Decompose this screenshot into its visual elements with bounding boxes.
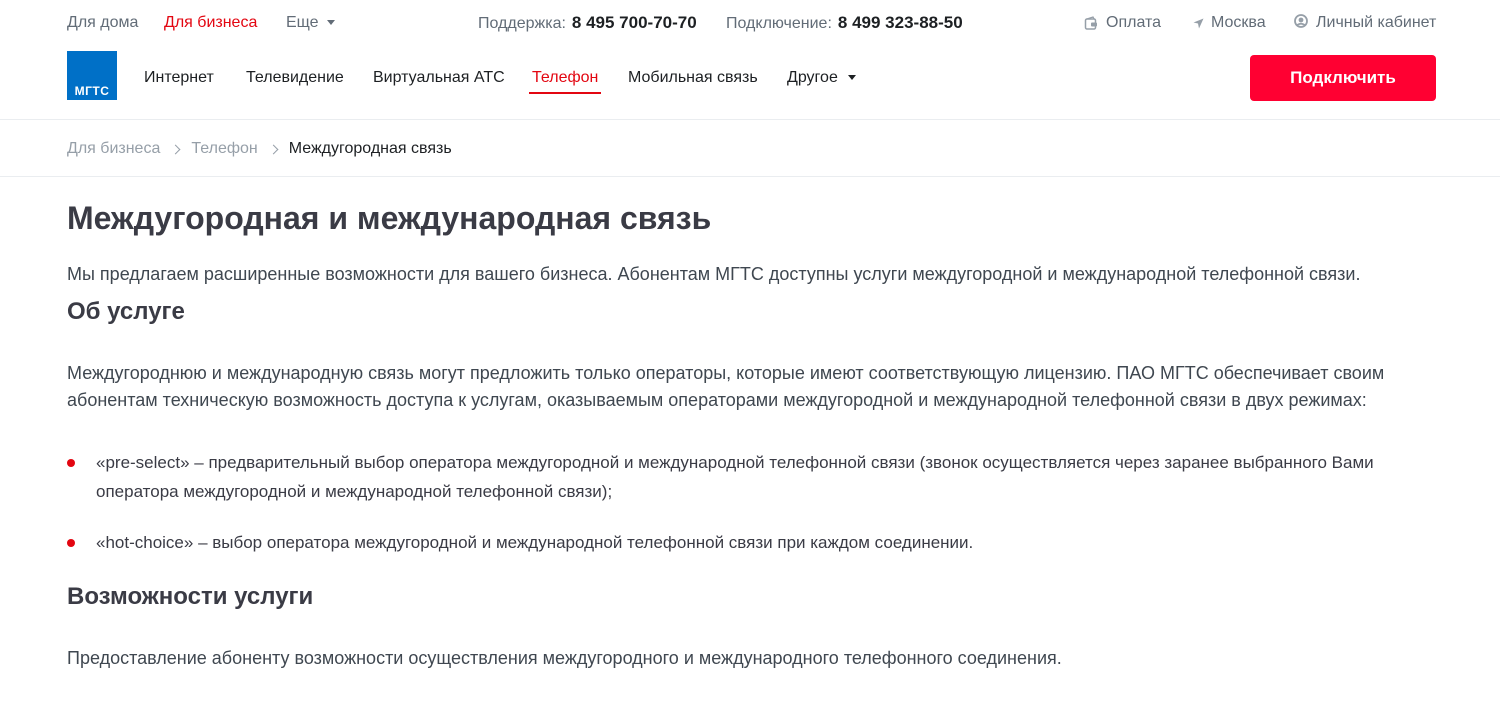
section-about-title: Об услуге [67, 298, 185, 325]
city-selector[interactable]: Москва [1193, 13, 1266, 33]
nav-item-other-label: Другое [787, 69, 838, 86]
modes-list: «pre-select» – предварительный выбор опе… [67, 448, 1437, 557]
breadcrumb: Для бизнеса Телефон Междугородная связь [67, 139, 452, 159]
location-arrow-icon [1193, 18, 1204, 28]
top-utility-bar: Для дома Для бизнеса Еще Поддержка: 8 495… [0, 0, 1500, 46]
list-item-text: «pre-select» – предварительный выбор опе… [96, 453, 1374, 501]
connect-phone-number[interactable]: 8 499 323-88-50 [838, 13, 963, 32]
chevron-right-icon [170, 144, 181, 154]
nav-item-telephone[interactable]: Телефон [528, 68, 602, 94]
support-label: Поддержка: [478, 15, 566, 32]
section-about-text: Междугороднюю и международную связь могу… [67, 363, 1385, 410]
more-dropdown[interactable]: Еще [286, 13, 335, 33]
section-features-text: Предоставление абоненту возможности осущ… [67, 648, 1062, 668]
personal-account-link[interactable]: Личный кабинет [1293, 13, 1436, 33]
connect-button[interactable]: Подключить [1250, 55, 1436, 101]
nav-item-mobile[interactable]: Мобильная связь [628, 68, 758, 88]
chevron-down-icon [847, 74, 856, 80]
list-item: «pre-select» – предварительный выбор опе… [67, 448, 1437, 506]
chevron-right-icon [268, 144, 279, 154]
bullet-dot-icon [67, 539, 75, 547]
breadcrumb-divider [0, 176, 1500, 177]
more-label: Еще [286, 14, 319, 31]
page-title: Междугородная и международная связь [67, 200, 712, 236]
section-features-title: Возможности услуги [67, 583, 314, 610]
mgts-logo[interactable]: МГТС [67, 51, 117, 100]
breadcrumb-current: Междугородная связь [288, 140, 452, 157]
nav-item-internet[interactable]: Интернет [144, 68, 214, 88]
chevron-down-icon [326, 19, 335, 25]
city-label: Москва [1211, 14, 1266, 31]
list-item-text: «hot-choice» – выбор оператора междугоро… [96, 533, 974, 552]
payment-link[interactable]: Оплата [1084, 13, 1161, 33]
nav-item-television[interactable]: Телевидение [246, 68, 344, 88]
connect-phone: Подключение: 8 499 323-88-50 [726, 13, 963, 34]
connect-label: Подключение: [726, 15, 832, 32]
wallet-icon [1084, 15, 1097, 30]
segment-business-link[interactable]: Для бизнеса [164, 13, 257, 33]
breadcrumb-business[interactable]: Для бизнеса [67, 139, 160, 159]
bullet-dot-icon [67, 459, 75, 467]
nav-item-other-dropdown[interactable]: Другое [787, 68, 856, 88]
user-icon [1294, 14, 1308, 28]
personal-account-label: Личный кабинет [1316, 14, 1437, 31]
logo-text: МГТС [74, 84, 110, 98]
nav-item-virtual-pbx[interactable]: Виртуальная АТС [373, 68, 505, 88]
payment-label: Оплата [1106, 14, 1162, 31]
list-item: «hot-choice» – выбор оператора междугоро… [67, 528, 1437, 557]
header-divider [0, 119, 1500, 120]
support-phone-number[interactable]: 8 495 700-70-70 [572, 13, 697, 32]
lead-text: Мы предлагаем расширенные возможности дл… [67, 264, 1361, 284]
main-content: Междугородная и международная связь Мы п… [67, 198, 1437, 671]
segment-home-link[interactable]: Для дома [67, 13, 138, 33]
breadcrumb-telephone[interactable]: Телефон [191, 139, 257, 159]
support-phone: Поддержка: 8 495 700-70-70 [478, 13, 697, 34]
